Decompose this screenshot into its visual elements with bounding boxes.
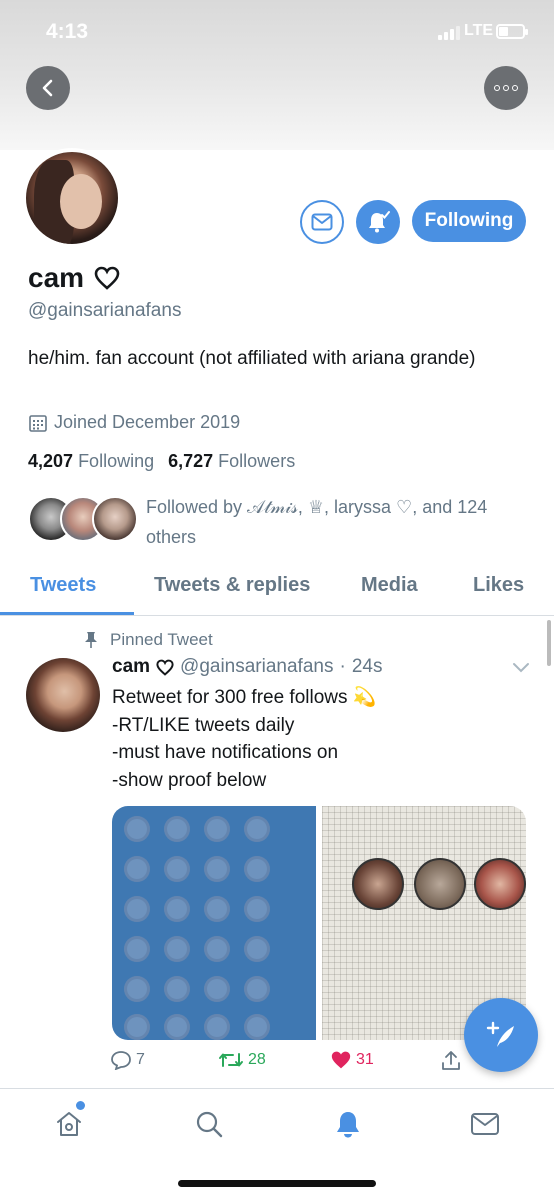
message-button[interactable] — [300, 200, 344, 244]
status-time: 4:13 — [46, 20, 89, 43]
like-button[interactable]: 31 — [330, 1050, 374, 1070]
nav-messages[interactable] — [468, 1107, 502, 1141]
home-indicator — [178, 1180, 376, 1187]
nav-notifications[interactable] — [331, 1107, 365, 1141]
heart-filled-icon — [331, 1051, 351, 1069]
notifications-bell-icon — [337, 1112, 359, 1138]
following-count-link[interactable]: 4,207 Following — [28, 451, 154, 472]
bell-check-icon — [369, 211, 390, 233]
retweet-count: 28 — [248, 1051, 266, 1068]
heart-outline-icon — [156, 659, 174, 676]
messages-envelope-icon — [471, 1113, 499, 1135]
envelope-icon — [311, 213, 333, 231]
tweet-text: Retweet for 300 free follows 💫 -RT/LIKE … — [112, 687, 377, 791]
more-dots-icon — [494, 85, 518, 91]
calendar-icon — [29, 414, 47, 432]
battery-icon — [496, 24, 528, 39]
tweet-handle: @gainsarianafans — [180, 656, 334, 677]
pin-icon — [85, 632, 97, 648]
tweet-header: cam @gainsarianafans · 24s — [112, 656, 382, 678]
heart-outline-icon — [94, 266, 120, 290]
joined-date: Joined December 2019 — [54, 412, 241, 432]
nav-home[interactable] — [52, 1107, 86, 1141]
avatar — [92, 496, 138, 542]
home-notification-dot — [76, 1101, 85, 1110]
like-count: 31 — [356, 1051, 374, 1068]
tab-likes[interactable]: Likes — [473, 574, 524, 597]
profile-handle: @gainsarianafans — [28, 300, 182, 321]
retweet-button[interactable]: 28 — [218, 1050, 266, 1070]
nav-search[interactable] — [192, 1107, 226, 1141]
tweet-time: 24s — [351, 656, 383, 677]
profile-tabs: Tweets Tweets & replies Media Likes — [0, 566, 554, 616]
share-icon — [442, 1051, 460, 1070]
back-button[interactable] — [26, 66, 70, 110]
following-button[interactable]: Following — [412, 200, 526, 242]
status-bar: 4:13 LTE — [0, 0, 554, 60]
chevron-left-icon — [42, 79, 53, 97]
tweet-media[interactable] — [112, 806, 526, 1040]
joined-row: Joined December 2019 — [28, 412, 240, 433]
profile-name: cam — [28, 262, 85, 293]
reply-button[interactable]: 7 — [110, 1050, 145, 1070]
tab-tweets-replies[interactable]: Tweets & replies — [154, 574, 310, 597]
pinned-label-row: Pinned Tweet — [84, 630, 213, 650]
profile-bio: he/him. fan account (not affiliated with… — [28, 348, 476, 369]
tab-tweets[interactable]: Tweets — [30, 574, 96, 597]
profile-name-row: cam — [28, 262, 120, 294]
active-tab-indicator — [0, 612, 134, 615]
tweet-separator: · — [339, 656, 346, 677]
reply-count: 7 — [136, 1051, 145, 1068]
compose-tweet-button[interactable] — [464, 998, 538, 1072]
followed-by-text[interactable]: Followed by 𝒜𝓉𝓂𝒾𝓈, ♕, laryssa ♡, and 124… — [146, 492, 536, 552]
more-options-button[interactable] — [484, 66, 528, 110]
followers-count-link[interactable]: 6,727 Followers — [168, 451, 295, 472]
notifications-button[interactable] — [356, 200, 400, 244]
follow-counts: 4,207 Following 6,727 Followers — [28, 451, 295, 472]
retweet-icon — [219, 1053, 243, 1067]
share-button[interactable] — [440, 1050, 462, 1072]
search-icon — [196, 1111, 223, 1138]
profile-avatar[interactable] — [22, 148, 122, 248]
signal-icon — [438, 26, 460, 40]
reply-icon — [111, 1051, 131, 1070]
compose-feather-icon — [486, 1021, 514, 1047]
chevron-down-icon[interactable] — [512, 662, 530, 674]
media-image-left[interactable] — [112, 806, 316, 1040]
tweet-author[interactable]: cam — [112, 656, 174, 678]
mutual-followers-avatars[interactable] — [28, 496, 138, 546]
tab-media[interactable]: Media — [361, 574, 418, 597]
tweet-actions: 7 28 31 — [110, 1050, 470, 1076]
home-icon — [57, 1112, 81, 1136]
pinned-label: Pinned Tweet — [110, 630, 213, 649]
network-label: LTE — [464, 22, 494, 39]
tweet-avatar[interactable] — [26, 658, 100, 732]
scrollbar[interactable] — [547, 620, 551, 666]
